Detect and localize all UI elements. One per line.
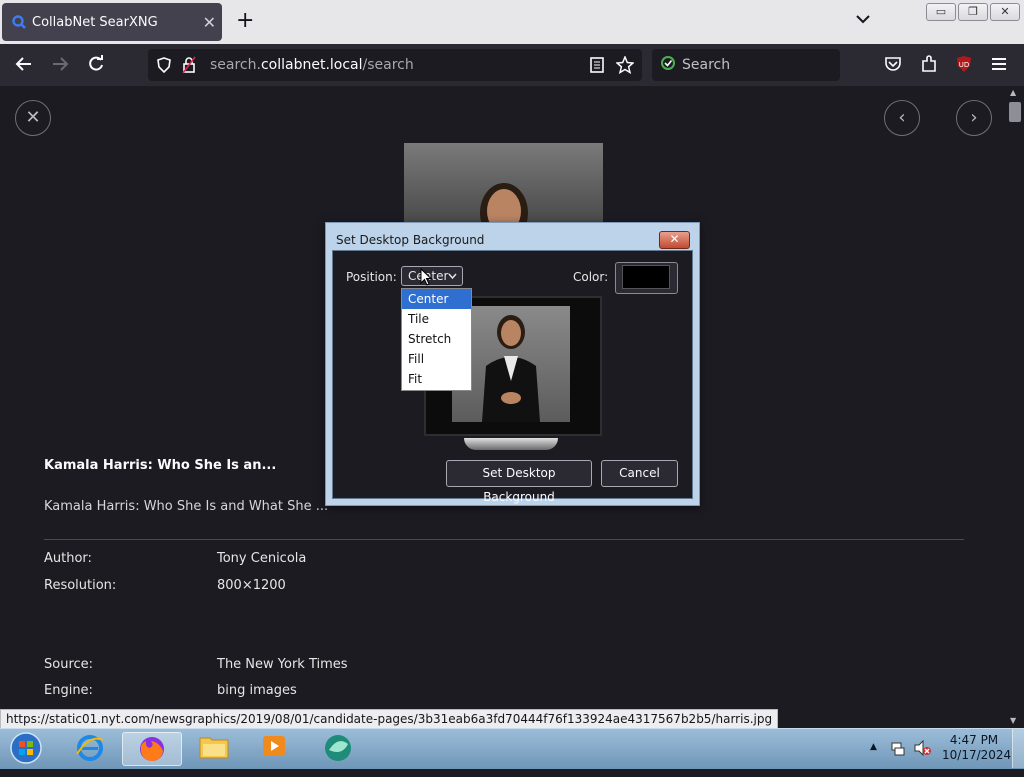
media-player-icon[interactable] (254, 732, 294, 764)
internet-explorer-icon[interactable] (70, 732, 110, 764)
position-label: Position: (346, 270, 397, 284)
option-center[interactable]: Center (402, 289, 471, 309)
position-dropdown-list: Center Tile Stretch Fill Fit (401, 288, 472, 391)
resolution-value: 800×1200 (217, 578, 286, 593)
show-hidden-icons-icon[interactable]: ▲ (870, 742, 877, 752)
tab-searxng[interactable]: CollabNet SearXNG ✕ (2, 3, 222, 41)
dialog-title: Set Desktop Background (336, 233, 485, 247)
svg-text:UD: UD (959, 61, 970, 69)
tracking-shield-icon[interactable] (156, 57, 172, 73)
search-placeholder: Search (682, 57, 731, 73)
option-fit[interactable]: Fit (402, 369, 471, 389)
resolution-label: Resolution: (44, 578, 117, 593)
option-fill[interactable]: Fill (402, 349, 471, 369)
network-icon[interactable] (890, 740, 906, 760)
search-bar[interactable]: Search (652, 49, 840, 81)
option-stretch[interactable]: Stretch (402, 329, 471, 349)
source-value[interactable]: The New York Times (217, 657, 348, 672)
close-window-button[interactable]: ✕ (990, 3, 1020, 21)
back-icon[interactable] (14, 54, 34, 79)
previous-image-button[interactable]: ‹ (884, 100, 920, 136)
searxng-logo-icon (12, 15, 26, 29)
position-select[interactable]: Center (401, 266, 463, 286)
app-icon[interactable] (318, 732, 358, 764)
engine-label: Engine: (44, 683, 93, 698)
tab-close-icon[interactable]: ✕ (203, 13, 216, 32)
monitor-stand (464, 438, 558, 450)
scrollbar-thumb[interactable] (1009, 102, 1021, 122)
file-explorer-icon[interactable] (194, 732, 234, 764)
engine-value: bing images (217, 683, 297, 698)
chevron-down-icon (448, 273, 457, 280)
reader-view-icon[interactable] (590, 57, 604, 73)
result-title: Kamala Harris: Who She Is an... (44, 458, 277, 473)
color-label: Color: (573, 270, 609, 284)
ublock-origin-icon[interactable]: UD (955, 55, 973, 77)
result-description: Kamala Harris: Who She Is and What She .… (44, 499, 329, 514)
app-menu-icon[interactable] (991, 56, 1007, 76)
search-engine-icon[interactable] (660, 55, 678, 73)
option-tile[interactable]: Tile (402, 309, 471, 329)
clock-date: 10/17/2024 (942, 748, 1012, 762)
extensions-icon[interactable] (920, 55, 938, 77)
set-desktop-background-button[interactable]: Set Desktop Background (446, 460, 592, 504)
scroll-up-arrow-icon[interactable]: ▲ (1010, 88, 1016, 97)
author-label: Author: (44, 551, 92, 566)
reload-icon[interactable] (86, 54, 106, 79)
bookmark-star-icon[interactable] (616, 56, 634, 74)
dialog-close-button[interactable]: ✕ (659, 231, 690, 249)
next-image-button[interactable]: › (956, 100, 992, 136)
firefox-taskbar-button[interactable] (122, 732, 182, 766)
cancel-button[interactable]: Cancel (601, 460, 678, 487)
lock-icon[interactable] (182, 56, 196, 74)
start-button[interactable] (6, 732, 46, 764)
minimize-button[interactable]: ▭ (926, 3, 956, 21)
color-swatch[interactable] (622, 265, 670, 289)
scrollbar[interactable] (1006, 86, 1024, 728)
source-label: Source: (44, 657, 94, 672)
result-image[interactable] (404, 143, 603, 223)
close-detail-button[interactable]: ✕ (15, 100, 51, 136)
show-desktop-button[interactable] (1012, 729, 1024, 768)
author-value: Tony Cenicola (217, 551, 307, 566)
address-bar[interactable]: search.collabnet.local/search (148, 49, 642, 81)
list-all-tabs-chevron-icon[interactable] (856, 12, 870, 28)
mouse-cursor-icon (420, 267, 433, 290)
restore-button[interactable]: ❐ (958, 3, 988, 21)
tab-title: CollabNet SearXNG (32, 15, 158, 30)
taskbar-clock[interactable]: 4:47 PM 10/17/2024 (942, 733, 1012, 763)
divider (44, 539, 964, 540)
scroll-down-arrow-icon[interactable]: ▼ (1010, 716, 1016, 725)
url-text: search.collabnet.local/search (210, 57, 414, 73)
volume-muted-icon[interactable] (914, 739, 932, 760)
clock-time: 4:47 PM (949, 733, 999, 747)
new-tab-button[interactable]: + (236, 10, 254, 32)
forward-icon[interactable] (50, 54, 70, 79)
pocket-icon[interactable] (884, 55, 902, 77)
